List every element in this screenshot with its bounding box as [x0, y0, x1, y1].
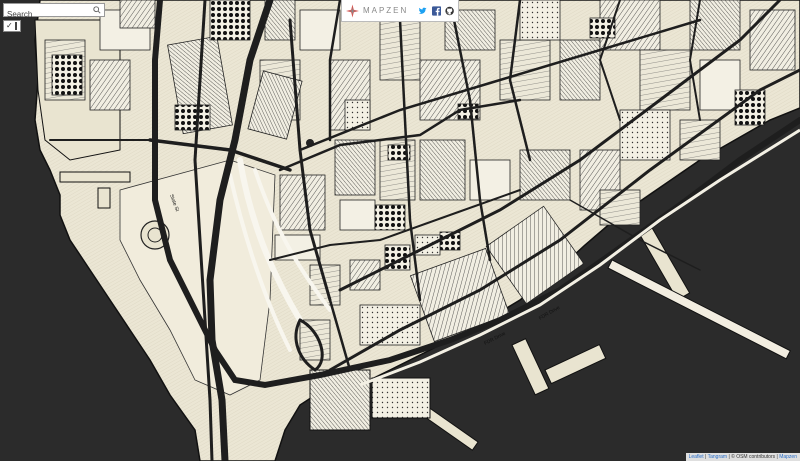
pier: [97, 187, 111, 209]
github-icon[interactable]: [445, 6, 454, 16]
map-canvas[interactable]: FDR Drive FDR Drive State St: [0, 0, 800, 461]
search-box[interactable]: [3, 3, 105, 21]
pier: [59, 171, 131, 183]
attribution: Leaflet | Tangram | © OSM contributors |…: [685, 453, 800, 461]
facebook-icon[interactable]: [431, 5, 441, 16]
tangram-link[interactable]: Tangram: [708, 454, 727, 460]
ferry-terminal: [309, 369, 371, 431]
layer-toggle[interactable]: ✓: [3, 20, 21, 32]
mapzen-star-icon[interactable]: [346, 4, 359, 18]
check-icon: ✓: [6, 21, 13, 30]
leaflet-link[interactable]: Leaflet: [689, 454, 704, 460]
ferry-terminal: [371, 377, 431, 419]
twitter-icon[interactable]: [418, 6, 427, 16]
search-input[interactable]: [4, 8, 96, 21]
brand-bar: MAPZEN: [341, 0, 459, 22]
attribution-osm: | © OSM contributors |: [727, 454, 780, 460]
search-icon[interactable]: [93, 6, 101, 14]
brand-name[interactable]: MAPZEN: [363, 6, 408, 15]
mapzen-link[interactable]: Mapzen: [779, 454, 797, 460]
layer-bar: [14, 22, 17, 30]
